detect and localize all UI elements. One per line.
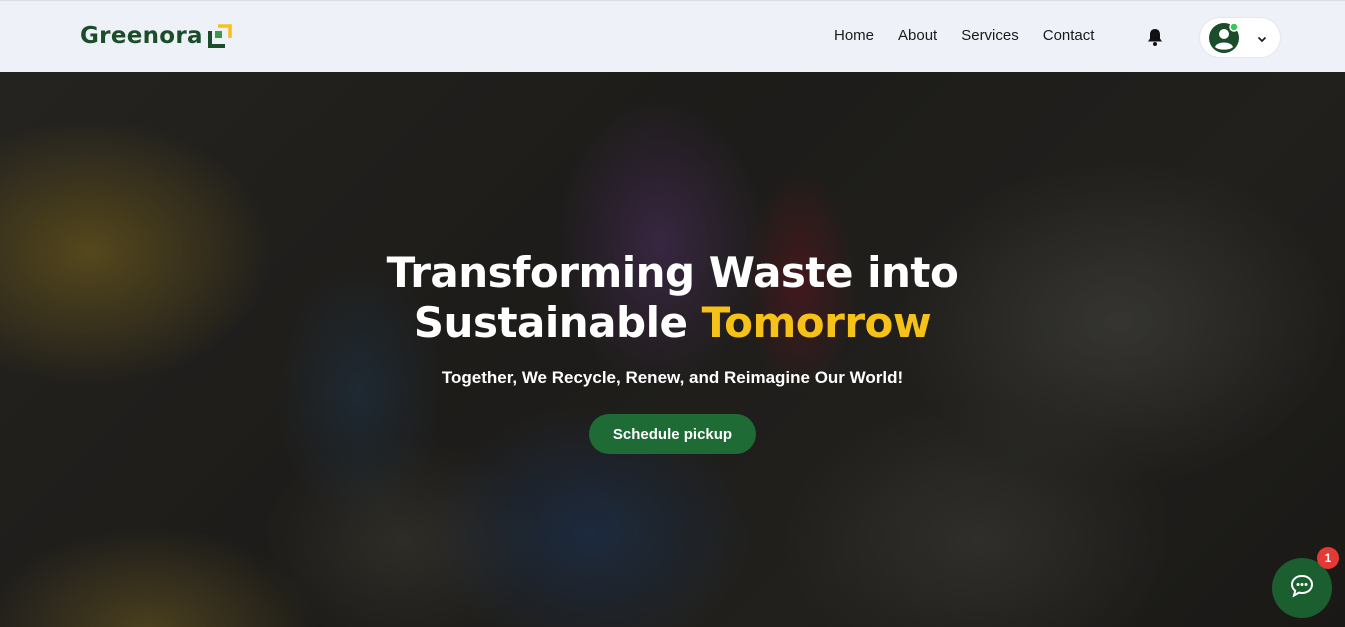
brand-name: Greenora	[80, 23, 203, 49]
nav-contact-link[interactable]: Contact	[1043, 27, 1095, 44]
top-navbar: Greenora Home About Services Contact	[0, 0, 1345, 72]
hero-title-line2: Sustainable	[413, 298, 702, 347]
hero-title-accent: Tomorrow	[701, 298, 932, 347]
chevron-down-icon	[1256, 32, 1268, 44]
chat-notification-badge: 1	[1317, 547, 1339, 569]
hero-subtitle: Together, We Recycle, Renew, and Reimagi…	[441, 368, 904, 387]
bell-icon[interactable]	[1145, 27, 1165, 47]
hero-title-line1: Transforming Waste into	[386, 248, 959, 297]
brand-logo[interactable]: Greenora	[80, 23, 233, 49]
hero-section: Transforming Waste into Sustainable Tomo…	[0, 72, 1345, 627]
nav-home-link[interactable]: Home	[834, 27, 874, 44]
schedule-pickup-button[interactable]: Schedule pickup	[589, 414, 756, 454]
nav-about-link[interactable]: About	[898, 27, 937, 44]
profile-menu-button[interactable]	[1199, 17, 1281, 58]
nav-services-link[interactable]: Services	[961, 27, 1019, 44]
logo-mark-icon	[207, 23, 233, 49]
user-avatar-icon	[1208, 21, 1240, 54]
chat-bubble-icon	[1289, 573, 1315, 604]
main-nav: Home About Services Contact	[834, 27, 1094, 44]
hero-title: Transforming Waste into Sustainable Tomo…	[0, 248, 1345, 348]
